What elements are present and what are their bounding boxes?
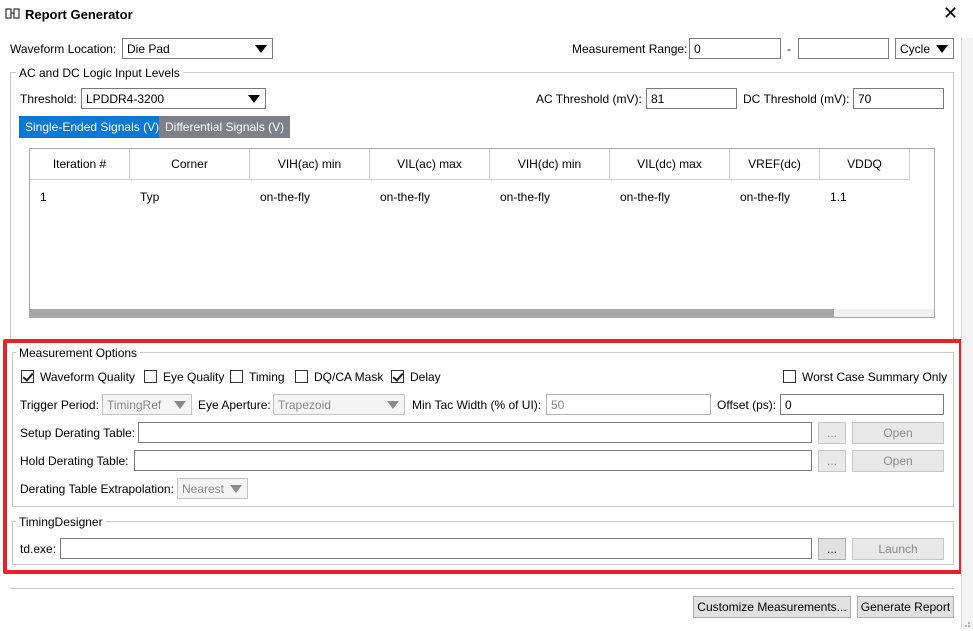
delay-checkbox[interactable] [391, 370, 404, 383]
offset-label: Offset (ps): [717, 398, 777, 412]
table-cell: on-the-fly [740, 190, 791, 204]
table-cell: on-the-fly [380, 190, 431, 204]
generate-report-button[interactable]: Generate Report [857, 596, 954, 618]
table-cell: 1 [40, 190, 47, 204]
trigger-period-label: Trigger Period: [20, 398, 99, 412]
column-header[interactable]: VREF(dc) [730, 149, 820, 180]
column-header[interactable]: VDDQ [820, 149, 910, 180]
ac-threshold-input[interactable] [646, 88, 737, 109]
worst-case-label: Worst Case Summary Only [802, 370, 948, 384]
measurement-options-legend: Measurement Options [16, 345, 141, 361]
dc-threshold-label: DC Threshold (mV): [743, 92, 850, 106]
table-cell: 1.1 [830, 190, 847, 204]
levels-table: Iteration # Corner VIH(ac) min VIL(ac) m… [29, 148, 935, 318]
waveform-quality-checkbox[interactable] [21, 370, 34, 383]
eye-aperture-select[interactable]: Trapezoid [273, 394, 405, 415]
horizontal-scrollbar[interactable] [30, 309, 934, 317]
window-title: Report Generator [25, 7, 133, 22]
table-header: Iteration # Corner VIH(ac) min VIL(ac) m… [30, 149, 910, 180]
dq-ca-mask-label: DQ/CA Mask [314, 370, 384, 384]
trigger-period-value: TimingRef [107, 398, 162, 412]
chevron-down-icon [936, 45, 948, 53]
waveform-location-select[interactable]: Die Pad [122, 38, 273, 59]
eye-aperture-value: Trapezoid [278, 398, 331, 412]
range-dash: - [787, 42, 791, 56]
threshold-label: Threshold: [20, 92, 77, 106]
chevron-down-icon [248, 95, 260, 103]
chevron-down-icon [387, 401, 399, 409]
hold-open-button[interactable]: Open [852, 450, 944, 472]
min-tac-input[interactable] [546, 394, 711, 415]
waveform-location-value: Die Pad [127, 42, 170, 56]
column-header[interactable]: VIH(dc) min [490, 149, 610, 180]
close-icon[interactable]: ✕ [943, 4, 958, 22]
threshold-select[interactable]: LPDDR4-3200 [81, 88, 266, 109]
trigger-period-select[interactable]: TimingRef [102, 394, 192, 415]
extrapolation-value: Nearest [182, 482, 225, 496]
column-header[interactable]: VIH(ac) min [250, 149, 370, 180]
delay-label: Delay [410, 370, 441, 384]
table-row[interactable]: 1 Typ on-the-fly on-the-fly on-the-fly o… [30, 180, 910, 212]
threshold-value: LPDDR4-3200 [86, 92, 165, 106]
hold-derating-input[interactable] [134, 450, 812, 471]
td-exe-input[interactable] [60, 538, 812, 559]
timing-label: Timing [249, 370, 285, 384]
column-header[interactable]: VIL(ac) max [370, 149, 490, 180]
range-end-input[interactable] [798, 38, 889, 59]
column-header[interactable]: VIL(dc) max [610, 149, 730, 180]
offset-input[interactable] [780, 394, 944, 415]
range-unit-value: Cycle [900, 42, 931, 56]
footer-divider [10, 588, 954, 589]
ac-dc-legend: AC and DC Logic Input Levels [16, 65, 183, 81]
tab-single-ended[interactable]: Single-Ended Signals (V) [19, 116, 166, 138]
table-cell: on-the-fly [620, 190, 671, 204]
setup-browse-button[interactable]: ... [818, 422, 846, 444]
background-window-edge [961, 38, 973, 629]
hold-browse-button[interactable]: ... [818, 450, 846, 472]
tab-differential[interactable]: Differential Signals (V) [159, 116, 291, 138]
range-unit-select[interactable]: Cycle [895, 38, 954, 59]
chevron-down-icon [230, 485, 242, 493]
chevron-down-icon [174, 401, 186, 409]
scrollbar-thumb[interactable] [30, 309, 834, 317]
customize-measurements-button[interactable]: Customize Measurements... [693, 596, 851, 618]
setup-open-button[interactable]: Open [852, 422, 944, 444]
measurement-range-label: Measurement Range: [572, 42, 688, 56]
column-header[interactable]: Corner [130, 149, 250, 180]
chevron-down-icon [255, 45, 267, 53]
table-cell: on-the-fly [260, 190, 311, 204]
hold-derating-label: Hold Derating Table: [20, 454, 129, 468]
eye-aperture-label: Eye Aperture: [198, 398, 271, 412]
app-icon [5, 7, 21, 21]
table-cell: on-the-fly [500, 190, 551, 204]
waveform-location-label: Waveform Location: [10, 42, 117, 56]
min-tac-label: Min Tac Width (% of UI): [412, 398, 542, 412]
eye-quality-label: Eye Quality [163, 370, 225, 384]
setup-derating-label: Setup Derating Table: [20, 426, 136, 440]
dq-ca-mask-checkbox[interactable] [295, 370, 308, 383]
waveform-quality-label: Waveform Quality [40, 370, 135, 384]
launch-button[interactable]: Launch [852, 538, 944, 560]
ac-threshold-label: AC Threshold (mV): [536, 92, 642, 106]
worst-case-checkbox[interactable] [783, 370, 796, 383]
column-header[interactable]: Iteration # [30, 149, 130, 180]
timing-checkbox[interactable] [230, 370, 243, 383]
extrapolation-label: Derating Table Extrapolation: [20, 482, 174, 496]
extrapolation-select[interactable]: Nearest [177, 478, 248, 499]
eye-quality-checkbox[interactable] [144, 370, 157, 383]
table-cell: Typ [140, 190, 160, 204]
td-browse-button[interactable]: ... [818, 538, 846, 560]
setup-derating-input[interactable] [138, 422, 812, 443]
range-start-input[interactable] [689, 38, 781, 59]
timing-designer-legend: TimingDesigner [16, 514, 106, 530]
resize-grip-icon[interactable] [961, 617, 971, 627]
td-exe-label: td.exe: [20, 542, 57, 556]
dc-threshold-input[interactable] [853, 88, 944, 109]
